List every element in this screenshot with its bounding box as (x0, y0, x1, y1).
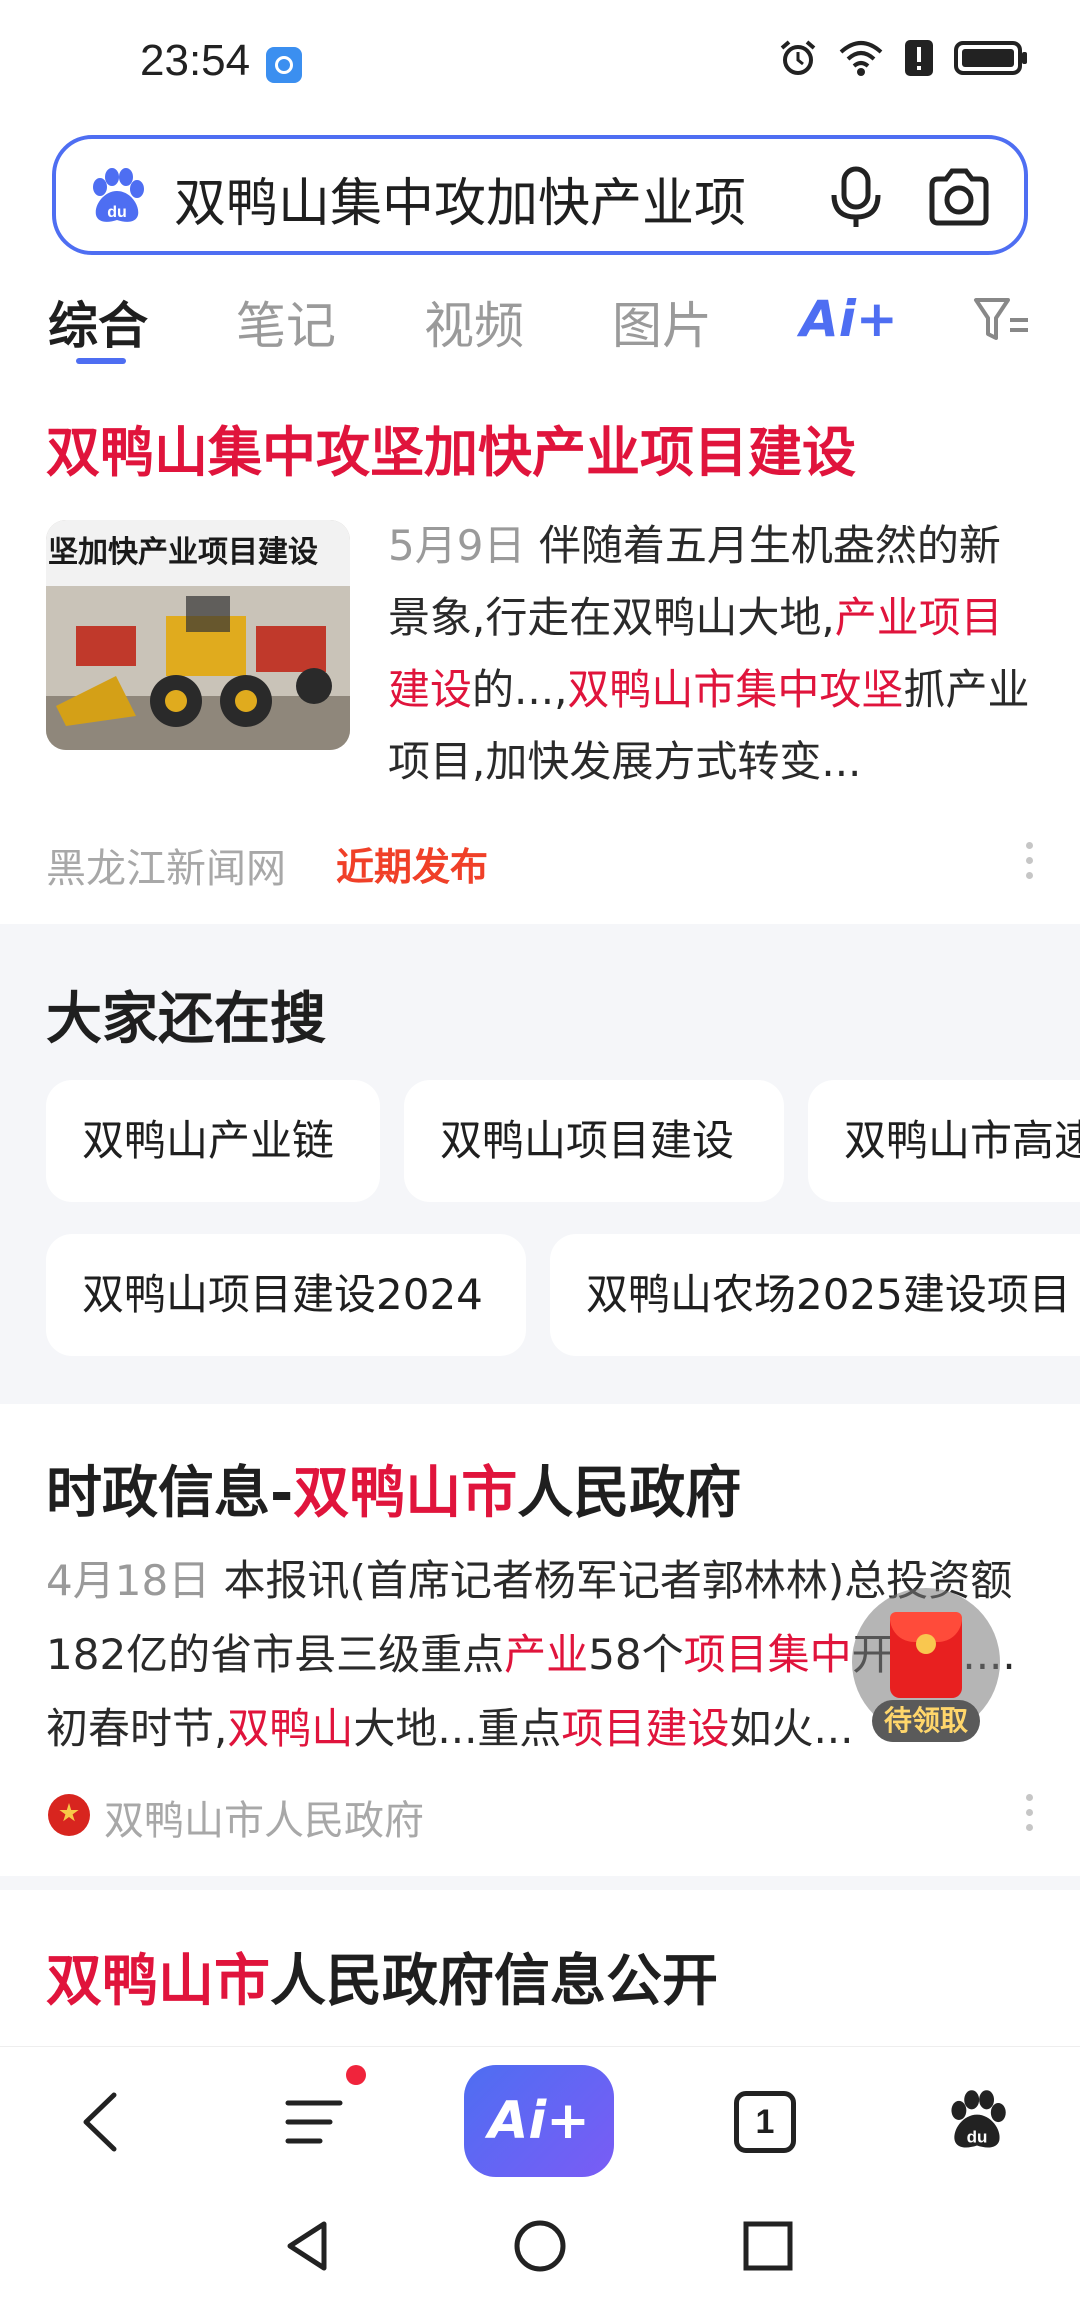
related-chip[interactable]: 双鸭山项目建设 (404, 1080, 784, 1202)
snippet-highlight: 项目建设 (561, 1704, 730, 1753)
tab-videos[interactable]: 视频 (424, 286, 524, 358)
related-searches: 大家还在搜 双鸭山产业链 双鸭山项目建设 双鸭山市高速 双鸭山项目建设2024 … (0, 924, 1080, 1404)
result-source[interactable]: 双鸭山市人民政府 (104, 1788, 424, 1846)
baidu-paw-icon: du (93, 168, 144, 222)
title-highlight: 双鸭山市 (293, 1461, 518, 1526)
ai-assistant-button[interactable]: Ai+ (464, 2065, 614, 2177)
system-back-icon[interactable] (282, 2218, 332, 2274)
snippet-highlight: 产业 (504, 1630, 589, 1679)
result-thumbnail[interactable]: 坚加快产业项目建设 (46, 520, 350, 750)
result-title[interactable]: 双鸭山市人民政府信息公开 (46, 1936, 718, 2017)
title-highlight: 双鸭山市 (46, 1949, 270, 2014)
result-snippet: 5月9日 伴随着五月生机盎然的新景象,行走在双鸭山大地,产业项目建设的...,双… (388, 510, 1038, 798)
status-bar: 23:54 (0, 0, 1080, 130)
result-date: 5月9日 (388, 521, 526, 570)
title-text: 时政信息- (46, 1461, 294, 1526)
filter-icon[interactable] (972, 294, 1032, 346)
menu-icon[interactable] (284, 2097, 344, 2147)
svg-text:du: du (967, 2127, 988, 2146)
search-input[interactable]: 双鸭山集中攻加快产业项 (174, 161, 874, 236)
red-packet-button[interactable]: 待领取 (852, 1588, 1000, 1742)
tab-switcher-button[interactable]: 1 (734, 2091, 796, 2153)
tab-ai[interactable]: Ai+ (800, 290, 898, 348)
title-text: 人民政府 (517, 1461, 742, 1526)
notification-dot (346, 2065, 366, 2085)
snippet-highlight: 项目集中 (683, 1630, 852, 1679)
clock-app-icon (266, 47, 302, 83)
snippet-highlight: 双鸭山 (227, 1704, 354, 1753)
tab-images[interactable]: 图片 (612, 286, 712, 358)
related-chip[interactable]: 双鸭山产业链 (46, 1080, 380, 1202)
back-icon[interactable] (78, 2089, 122, 2155)
system-nav (0, 2196, 1080, 2310)
snippet-text: 大地...重点 (353, 1704, 562, 1753)
related-title: 大家还在搜 (46, 987, 326, 1052)
svg-text:du: du (107, 204, 127, 221)
search-tabs: 综合 笔记 视频 图片 Ai+ (0, 270, 1080, 380)
related-chip[interactable]: 双鸭山农场2025建设项目 (550, 1234, 1080, 1356)
snippet-text: 如火... (729, 1704, 854, 1753)
battery-icon (954, 41, 1027, 75)
tab-notes[interactable]: 笔记 (236, 286, 336, 358)
snippet-text: 58个 (588, 1630, 684, 1679)
baidu-home-icon[interactable]: du (944, 2087, 1010, 2153)
red-envelope-icon (890, 1612, 962, 1698)
search-box[interactable]: du 双鸭山集中攻加快产业项 (52, 135, 1028, 255)
system-recents-icon[interactable] (742, 2220, 794, 2272)
related-chip[interactable]: 双鸭山市高速 (808, 1080, 1080, 1202)
recent-badge: 近期发布 (336, 845, 489, 889)
camera-icon[interactable] (926, 165, 992, 231)
bottom-nav: Ai+ 1 du (0, 2046, 1080, 2196)
result-source[interactable]: 黑龙江新闻网 (46, 836, 286, 894)
related-chip[interactable]: 双鸭山项目建设2024 (46, 1234, 526, 1356)
alert-icon (905, 40, 933, 76)
thumbnail-caption: 坚加快产业项目建设 (46, 520, 350, 586)
national-emblem-icon (48, 1794, 90, 1836)
more-options-icon[interactable] (1026, 1794, 1036, 1839)
status-icons (778, 38, 1030, 78)
wifi-icon (839, 41, 883, 76)
alarm-icon (780, 40, 816, 75)
red-packet-label: 待领取 (872, 1700, 980, 1742)
status-time: 23:54 (140, 36, 251, 85)
snippet-highlight: 双鸭山市集中攻坚 (567, 665, 904, 714)
mic-icon[interactable] (826, 165, 886, 231)
tab-all[interactable]: 综合 (48, 286, 148, 358)
result-title[interactable]: 时政信息-双鸭山市人民政府 (46, 1448, 741, 1529)
snippet-text: 的..., (472, 665, 568, 714)
title-text: 人民政府信息公开 (270, 1949, 718, 2014)
more-options-icon[interactable] (1026, 842, 1036, 887)
system-home-icon[interactable] (512, 2218, 568, 2274)
result-date: 4月18日 (46, 1556, 211, 1605)
divider (0, 1876, 1080, 1890)
active-tab-indicator (76, 358, 126, 364)
loader-illustration (46, 586, 350, 750)
result-title[interactable]: 双鸭山集中攻坚加快产业项目建设 (46, 408, 856, 487)
